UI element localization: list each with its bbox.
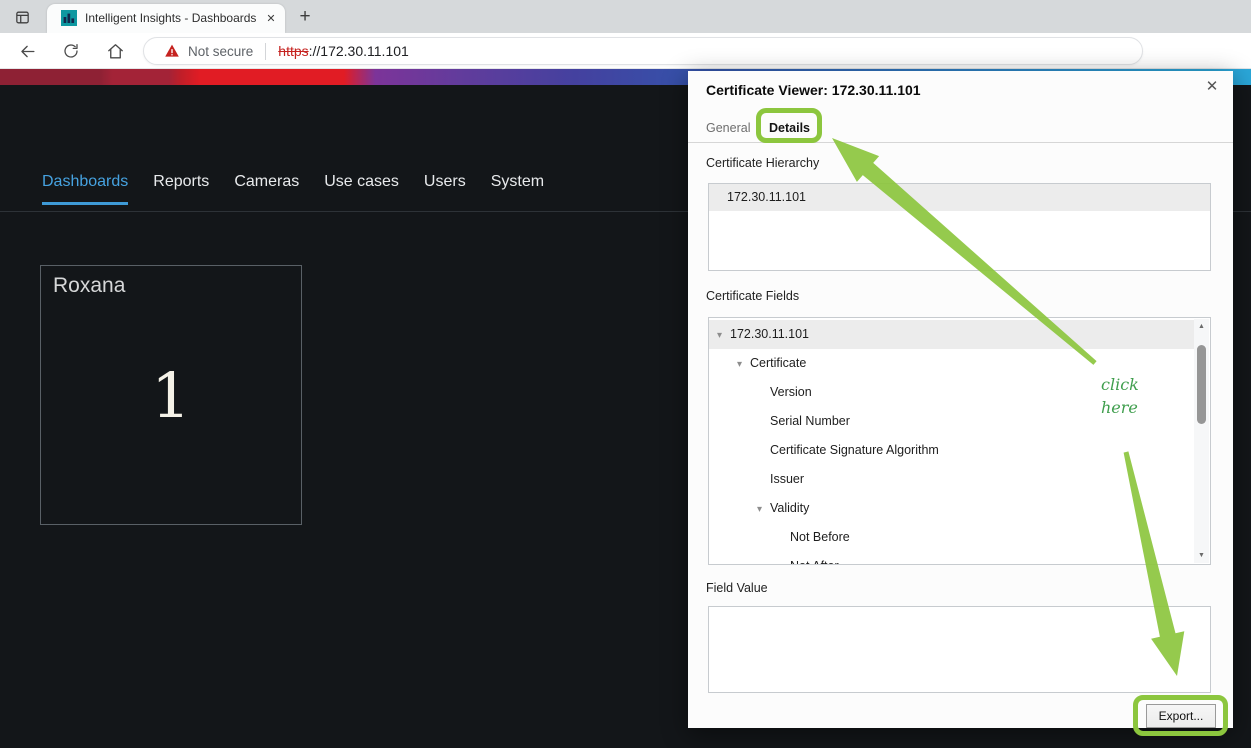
- nav-item-users[interactable]: Users: [424, 173, 466, 205]
- certificate-hierarchy-list: 172.30.11.101: [708, 183, 1211, 271]
- tree-label: Certificate Signature Algorithm: [770, 443, 939, 457]
- refresh-icon: [64, 43, 78, 58]
- nav-item-cameras[interactable]: Cameras: [234, 173, 299, 205]
- certificate-viewer-dialog: Certificate Viewer: 172.30.11.101 ✕ Gene…: [688, 71, 1233, 728]
- url-scheme: https: [278, 43, 309, 59]
- export-button[interactable]: Export...: [1146, 704, 1216, 728]
- scroll-up-icon[interactable]: ▲: [1194, 319, 1209, 334]
- browser-tab[interactable]: Intelligent Insights - Dashboards ✕: [47, 4, 285, 33]
- screen: Intelligent Insights - Dashboards ✕ + No…: [0, 0, 1251, 748]
- back-button[interactable]: [14, 38, 40, 64]
- hierarchy-item-172-30-11-101[interactable]: 172.30.11.101: [709, 184, 1210, 211]
- fields-scrollbar[interactable]: ▲ ▼: [1194, 319, 1209, 563]
- home-icon: [107, 43, 123, 59]
- tab-actions-icon[interactable]: [10, 5, 34, 29]
- tree-label: Not After: [790, 559, 839, 564]
- certificate-hierarchy-label: Certificate Hierarchy: [706, 156, 820, 170]
- card-title: Roxana: [53, 274, 126, 297]
- tree-label: Version: [770, 385, 812, 399]
- tab-divider: [688, 142, 1233, 143]
- dashboard-card[interactable]: Roxana 1: [40, 265, 302, 525]
- not-secure-warning-icon: [165, 44, 179, 57]
- tab-close-icon[interactable]: ✕: [263, 11, 279, 27]
- home-button[interactable]: [102, 38, 128, 64]
- tree-row-not-after[interactable]: Not After: [709, 552, 1194, 564]
- expander-icon[interactable]: ▾: [717, 321, 730, 350]
- tab-general[interactable]: General: [706, 117, 750, 143]
- url-text: ://172.30.11.101: [308, 43, 409, 59]
- tree-label: Not Before: [790, 530, 850, 544]
- field-value-textarea[interactable]: [708, 606, 1211, 693]
- refresh-button[interactable]: [58, 38, 84, 64]
- certificate-fields-box: ▾ 172.30.11.101 ▾ Certificate Version Serial …: [708, 317, 1211, 565]
- tab-details[interactable]: Details: [769, 117, 810, 143]
- new-tab-button[interactable]: +: [293, 5, 317, 29]
- tree-row-serial-number[interactable]: Serial Number: [709, 407, 1194, 436]
- back-arrow-icon: [20, 45, 35, 57]
- tree-row-certificate-signature-algorithm[interactable]: Certificate Signature Algorithm: [709, 436, 1194, 465]
- nav-item-system[interactable]: System: [491, 173, 544, 205]
- browser-tab-strip: Intelligent Insights - Dashboards ✕ +: [0, 0, 1251, 33]
- tree-label: Certificate: [750, 356, 807, 370]
- site-favicon-icon: [61, 10, 77, 26]
- tree-row-certificate[interactable]: ▾ Certificate: [709, 349, 1194, 378]
- field-value-label: Field Value: [706, 581, 768, 595]
- tree-label: Issuer: [770, 472, 805, 486]
- certificate-fields-label: Certificate Fields: [706, 289, 800, 303]
- address-bar[interactable]: Not secure https ://172.30.11.101: [143, 37, 1143, 65]
- tab-layout-icon: [15, 11, 29, 23]
- nav-item-reports[interactable]: Reports: [153, 173, 209, 205]
- certificate-fields-tree: ▾ 172.30.11.101 ▾ Certificate Version Serial …: [709, 320, 1194, 564]
- address-separator: [265, 42, 267, 60]
- expander-icon[interactable]: ▾: [757, 495, 770, 524]
- scrollbar-thumb[interactable]: [1197, 345, 1206, 424]
- tree-row-validity[interactable]: ▾ Validity: [709, 494, 1194, 523]
- tree-label: Validity: [770, 501, 810, 515]
- tree-label: 172.30.11.101: [730, 327, 810, 341]
- nav-item-dashboards[interactable]: Dashboards: [42, 173, 129, 205]
- tree-row-issuer[interactable]: Issuer: [709, 465, 1194, 494]
- browser-toolbar: Not secure https ://172.30.11.101: [0, 33, 1251, 69]
- tree-row-version[interactable]: Version: [709, 378, 1194, 407]
- card-value: 1: [151, 358, 191, 432]
- tree-row-172-30-11-101[interactable]: ▾ 172.30.11.101: [709, 320, 1194, 349]
- tree-row-not-before[interactable]: Not Before: [709, 523, 1194, 552]
- nav-item-use-cases[interactable]: Use cases: [324, 173, 399, 205]
- scroll-down-icon[interactable]: ▼: [1194, 548, 1209, 563]
- primary-nav: Dashboards Reports Cameras Use cases Users Sy…: [42, 173, 544, 205]
- tab-title: Intelligent Insights - Dashboards: [85, 11, 257, 25]
- dialog-title: Certificate Viewer: 172.30.11.101: [706, 82, 921, 98]
- not-secure-label[interactable]: Not secure: [188, 44, 253, 59]
- dialog-close-icon[interactable]: ✕: [1198, 73, 1226, 101]
- tree-label: Serial Number: [770, 414, 850, 428]
- expander-icon[interactable]: ▾: [737, 350, 750, 379]
